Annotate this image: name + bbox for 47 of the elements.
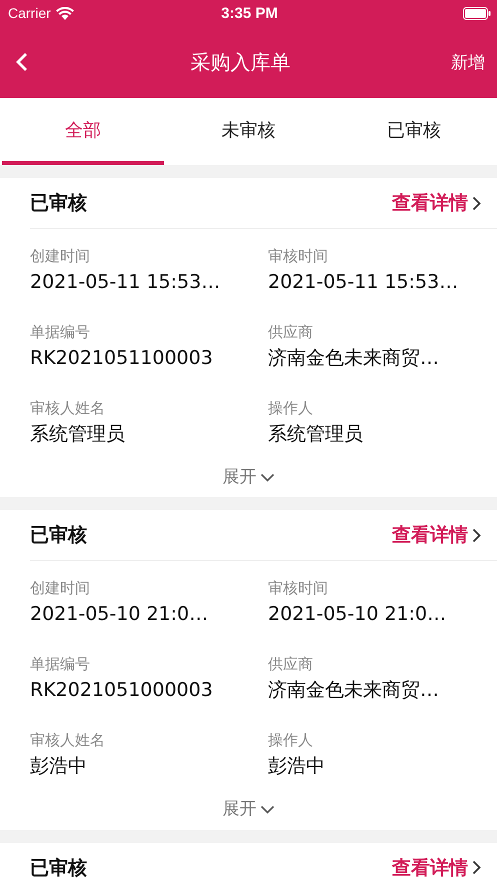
back-icon[interactable] xyxy=(14,52,30,72)
filter-tab[interactable]: 未审核 xyxy=(168,98,330,165)
field-label: 供应商 xyxy=(268,655,314,674)
chevron-right-icon xyxy=(472,860,481,876)
field-label: 审核人姓名 xyxy=(30,399,106,417)
status-time: 3:35 PM xyxy=(221,4,278,22)
filter-tab[interactable]: 全部 xyxy=(2,98,164,165)
field-label: 操作人 xyxy=(268,731,314,750)
field-value: 彭浩中 xyxy=(268,755,326,778)
chevron-down-icon xyxy=(260,805,274,814)
field-label: 操作人 xyxy=(268,399,314,417)
field-value: 2021-05-10 21:0… xyxy=(30,603,210,626)
field-value: RK2021051100003 xyxy=(30,347,214,370)
field-label: 审核人姓名 xyxy=(30,731,106,750)
field-label: 审核时间 xyxy=(268,579,329,598)
field-label: 审核时间 xyxy=(268,247,329,265)
order-status: 已审核 xyxy=(30,523,87,548)
order-status: 已审核 xyxy=(30,856,87,881)
carrier-label: Carrier xyxy=(8,5,51,21)
expand-toggle[interactable]: 展开 xyxy=(222,467,274,488)
field-label: 创建时间 xyxy=(30,579,91,598)
filter-tab[interactable]: 已审核 xyxy=(333,98,496,165)
wifi-icon xyxy=(56,6,74,20)
battery-icon xyxy=(462,6,491,20)
field-value: 系统管理员 xyxy=(268,423,364,446)
field-value: 彭浩中 xyxy=(30,755,88,778)
page-title: 采购入库单 xyxy=(190,48,290,76)
order-status: 已审核 xyxy=(30,191,87,216)
field-value: 2021-05-11 15:53… xyxy=(30,271,222,294)
chevron-right-icon xyxy=(472,528,481,543)
field-value: 济南金色未来商贸… xyxy=(268,679,440,702)
field-value: 济南金色未来商贸… xyxy=(268,347,440,370)
field-value: 系统管理员 xyxy=(30,423,126,446)
field-label: 单据编号 xyxy=(30,323,91,341)
field-label: 供应商 xyxy=(268,323,314,341)
field-label: 单据编号 xyxy=(30,655,91,674)
details-link[interactable]: 查看详情 xyxy=(392,190,481,216)
chevron-down-icon xyxy=(260,472,274,482)
field-value: 2021-05-11 15:53… xyxy=(268,271,460,294)
field-value: 2021-05-10 21:0… xyxy=(268,603,448,626)
field-value: RK2021051000003 xyxy=(30,679,214,702)
add-link[interactable]: 新增 xyxy=(451,50,485,74)
expand-toggle[interactable]: 展开 xyxy=(222,799,274,820)
field-label: 创建时间 xyxy=(30,247,91,265)
details-link[interactable]: 查看详情 xyxy=(392,854,481,881)
chevron-right-icon xyxy=(472,196,481,210)
details-link[interactable]: 查看详情 xyxy=(392,522,481,548)
